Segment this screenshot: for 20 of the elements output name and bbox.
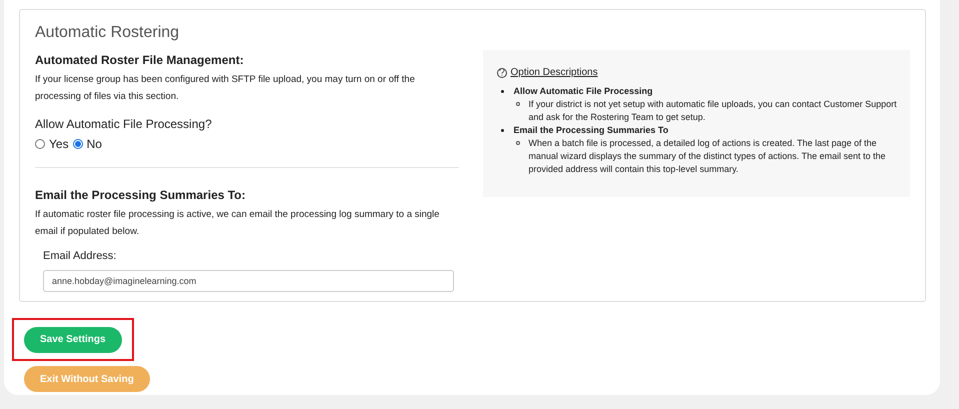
radio-option[interactable]: Yes (35, 135, 69, 153)
description-text: If automatic roster file processing is active, we can email the processing log summary to a single email if populated below. (35, 208, 440, 239)
section-heading: Automated Roster File Management: (35, 52, 245, 69)
option-detail: If your district is not yet setup with automatic file uploads, you can contact Customer Support and ask for the Rostering Team to get setup. (528, 98, 898, 124)
option-title: Email the Processing Summaries To (513, 124, 668, 137)
bullet-icon (501, 129, 504, 132)
section-heading: Email the Processing Summaries To: (35, 187, 247, 204)
radio-option[interactable]: No (72, 135, 102, 153)
option-detail: When a batch file is processed, a detailed log of actions is created. The last page of the manual wizard displays the summary of the distinct types of actions. The email sent to the provided address will contain this top-level summary. (528, 137, 886, 176)
bullet-icon (501, 90, 504, 93)
description-text: If your license group has been configured with SFTP file upload, you may turn on or off the processing of files via this section. (35, 73, 416, 104)
section-title: Automatic Rostering (35, 23, 180, 43)
bullet-icon (516, 141, 520, 145)
option-descriptions-link[interactable]: Option Descriptions (510, 65, 598, 80)
email-field[interactable]: anne.hobday@imaginelearning.com (43, 270, 454, 292)
bullet-icon (516, 102, 520, 106)
field-label: Allow Automatic File Processing? (35, 116, 213, 133)
option-title: Allow Automatic File Processing (513, 85, 653, 98)
field-label: Email Address: (43, 249, 118, 264)
help-icon (497, 68, 508, 78)
